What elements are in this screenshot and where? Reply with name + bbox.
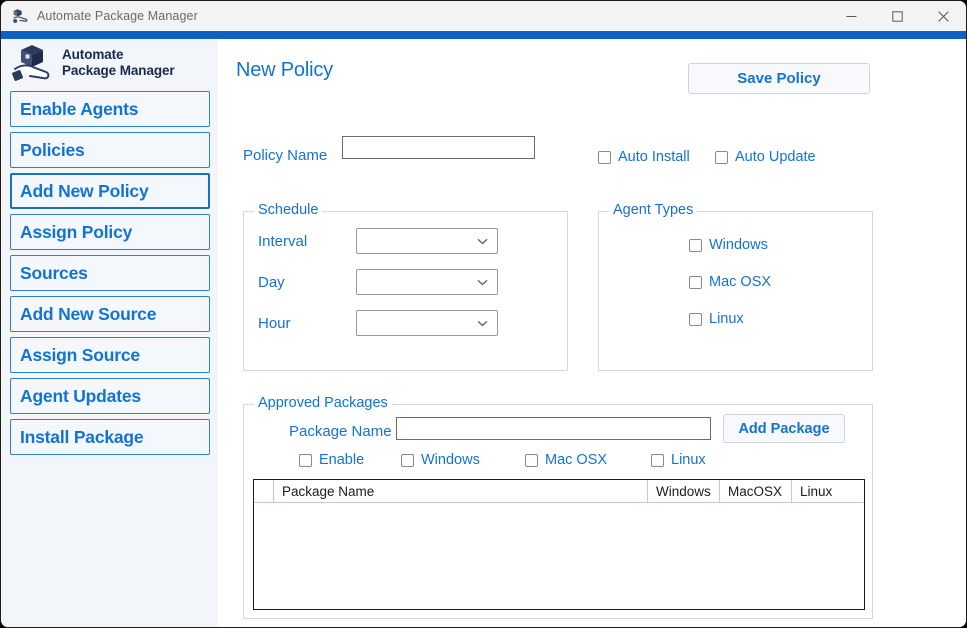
sidebar-item-assign-policy[interactable]: Assign Policy: [10, 214, 210, 250]
agent-type-linux-label: Linux: [709, 311, 744, 327]
accent-bar: [1, 31, 966, 39]
package-windows-checkbox[interactable]: [401, 453, 414, 467]
close-icon[interactable]: [920, 1, 966, 31]
table-header-linux[interactable]: Linux: [792, 480, 864, 502]
window-controls: [828, 1, 966, 31]
sidebar-item-install-package[interactable]: Install Package: [10, 419, 210, 455]
day-label: Day: [258, 273, 285, 291]
table-header-package-name[interactable]: Package Name: [274, 480, 648, 502]
minimize-icon[interactable]: [828, 1, 874, 31]
sidebar-item-label: Assign Policy: [20, 221, 133, 242]
auto-update-label: Auto Update: [735, 149, 816, 165]
schedule-hour-row: Hour: [258, 310, 498, 336]
chevron-down-icon: [477, 273, 488, 291]
sidebar-item-label: Install Package: [20, 426, 144, 447]
auto-install-checkbox-row[interactable]: Auto Install: [598, 149, 690, 165]
chevron-down-icon: [477, 314, 488, 332]
approved-packages-group: Approved Packages Package Name Add Packa…: [243, 395, 874, 619]
app-window: Automate Package Manager Automate Packag…: [0, 0, 967, 628]
package-enable-row[interactable]: Enable: [299, 452, 364, 468]
agent-type-macosx-checkbox[interactable]: [689, 275, 702, 289]
auto-install-label: Auto Install: [618, 149, 690, 165]
package-macosx-row[interactable]: Mac OSX: [525, 452, 607, 468]
title-bar: Automate Package Manager: [1, 1, 966, 31]
brand-line-1: Automate: [62, 47, 124, 62]
agent-type-linux-checkbox[interactable]: [689, 312, 702, 326]
agent-types-group: Agent Types Windows Mac OSX Linux: [598, 202, 873, 371]
auto-update-checkbox[interactable]: [715, 150, 728, 164]
table-header-windows[interactable]: Windows: [648, 480, 720, 502]
schedule-interval-row: Interval: [258, 228, 498, 254]
sidebar-item-label: Agent Updates: [20, 385, 141, 406]
auto-update-checkbox-row[interactable]: Auto Update: [715, 149, 816, 165]
auto-install-checkbox[interactable]: [598, 150, 611, 164]
table-header-selector[interactable]: [254, 480, 274, 502]
save-policy-button[interactable]: Save Policy: [688, 63, 870, 94]
table-body[interactable]: [254, 503, 864, 609]
maximize-icon[interactable]: [874, 1, 920, 31]
hour-label: Hour: [258, 314, 291, 332]
package-macosx-label: Mac OSX: [545, 452, 608, 468]
main-content: New Policy Save Policy Policy Name Auto …: [218, 39, 966, 627]
sidebar-item-add-new-source[interactable]: Add New Source: [10, 296, 210, 332]
sidebar-nav: Enable Agents Policies Add New Policy As…: [2, 87, 218, 455]
approved-packages-group-title: Approved Packages: [254, 395, 392, 411]
package-linux-label: Linux: [671, 452, 706, 468]
sidebar-item-label: Enable Agents: [20, 98, 139, 119]
brand-title: Automate Package Manager: [62, 47, 175, 79]
window-title: Automate Package Manager: [37, 9, 198, 23]
package-macosx-checkbox[interactable]: [525, 453, 538, 467]
chevron-down-icon: [477, 232, 488, 250]
schedule-group: Schedule Interval Day Hour: [243, 202, 568, 371]
schedule-day-row: Day: [258, 269, 498, 295]
table-header-macosx[interactable]: MacOSX: [720, 480, 792, 502]
day-dropdown[interactable]: [356, 269, 498, 295]
package-windows-label: Windows: [421, 452, 480, 468]
approved-packages-table: Package Name Windows MacOSX Linux: [253, 479, 865, 610]
package-enable-checkbox[interactable]: [299, 453, 312, 467]
package-name-label: Package Name: [289, 423, 392, 440]
sidebar-item-label: Add New Policy: [20, 180, 149, 201]
page-title: New Policy: [236, 59, 333, 81]
package-flags-row: Enable Windows Mac OSX Linux: [244, 452, 874, 472]
sidebar-item-policies[interactable]: Policies: [10, 132, 210, 168]
sidebar-item-add-new-policy[interactable]: Add New Policy: [10, 173, 210, 209]
sidebar: Automate Package Manager Enable Agents P…: [2, 39, 218, 627]
interval-dropdown[interactable]: [356, 228, 498, 254]
package-linux-checkbox[interactable]: [651, 453, 664, 467]
policy-name-input[interactable]: [342, 136, 535, 159]
add-package-button[interactable]: Add Package: [723, 414, 845, 443]
agent-type-macosx-row[interactable]: Mac OSX: [689, 274, 771, 290]
agent-type-linux-row[interactable]: Linux: [689, 311, 744, 327]
agent-type-macosx-label: Mac OSX: [709, 274, 772, 290]
package-hand-icon: [13, 8, 29, 24]
brand-line-2: Package Manager: [62, 63, 175, 78]
schedule-group-title: Schedule: [254, 202, 323, 218]
package-in-hand-logo: [12, 43, 54, 83]
brand-header: Automate Package Manager: [2, 39, 218, 87]
sidebar-item-sources[interactable]: Sources: [10, 255, 210, 291]
sidebar-item-label: Sources: [20, 262, 88, 283]
sidebar-item-assign-source[interactable]: Assign Source: [10, 337, 210, 373]
agent-type-windows-label: Windows: [709, 237, 768, 253]
sidebar-item-enable-agents[interactable]: Enable Agents: [10, 91, 210, 127]
package-name-input[interactable]: [396, 417, 711, 440]
policy-name-label: Policy Name: [243, 147, 328, 164]
table-header-row: Package Name Windows MacOSX Linux: [254, 480, 864, 503]
agent-types-group-title: Agent Types: [609, 202, 698, 218]
package-windows-row[interactable]: Windows: [401, 452, 480, 468]
agent-type-windows-row[interactable]: Windows: [689, 237, 768, 253]
agent-type-windows-checkbox[interactable]: [689, 238, 702, 252]
package-linux-row[interactable]: Linux: [651, 452, 706, 468]
interval-label: Interval: [258, 232, 308, 250]
sidebar-item-label: Assign Source: [20, 344, 140, 365]
sidebar-item-label: Add New Source: [20, 303, 157, 324]
sidebar-item-label: Policies: [20, 139, 85, 160]
hour-dropdown[interactable]: [356, 310, 498, 336]
sidebar-item-agent-updates[interactable]: Agent Updates: [10, 378, 210, 414]
package-enable-label: Enable: [319, 452, 365, 468]
